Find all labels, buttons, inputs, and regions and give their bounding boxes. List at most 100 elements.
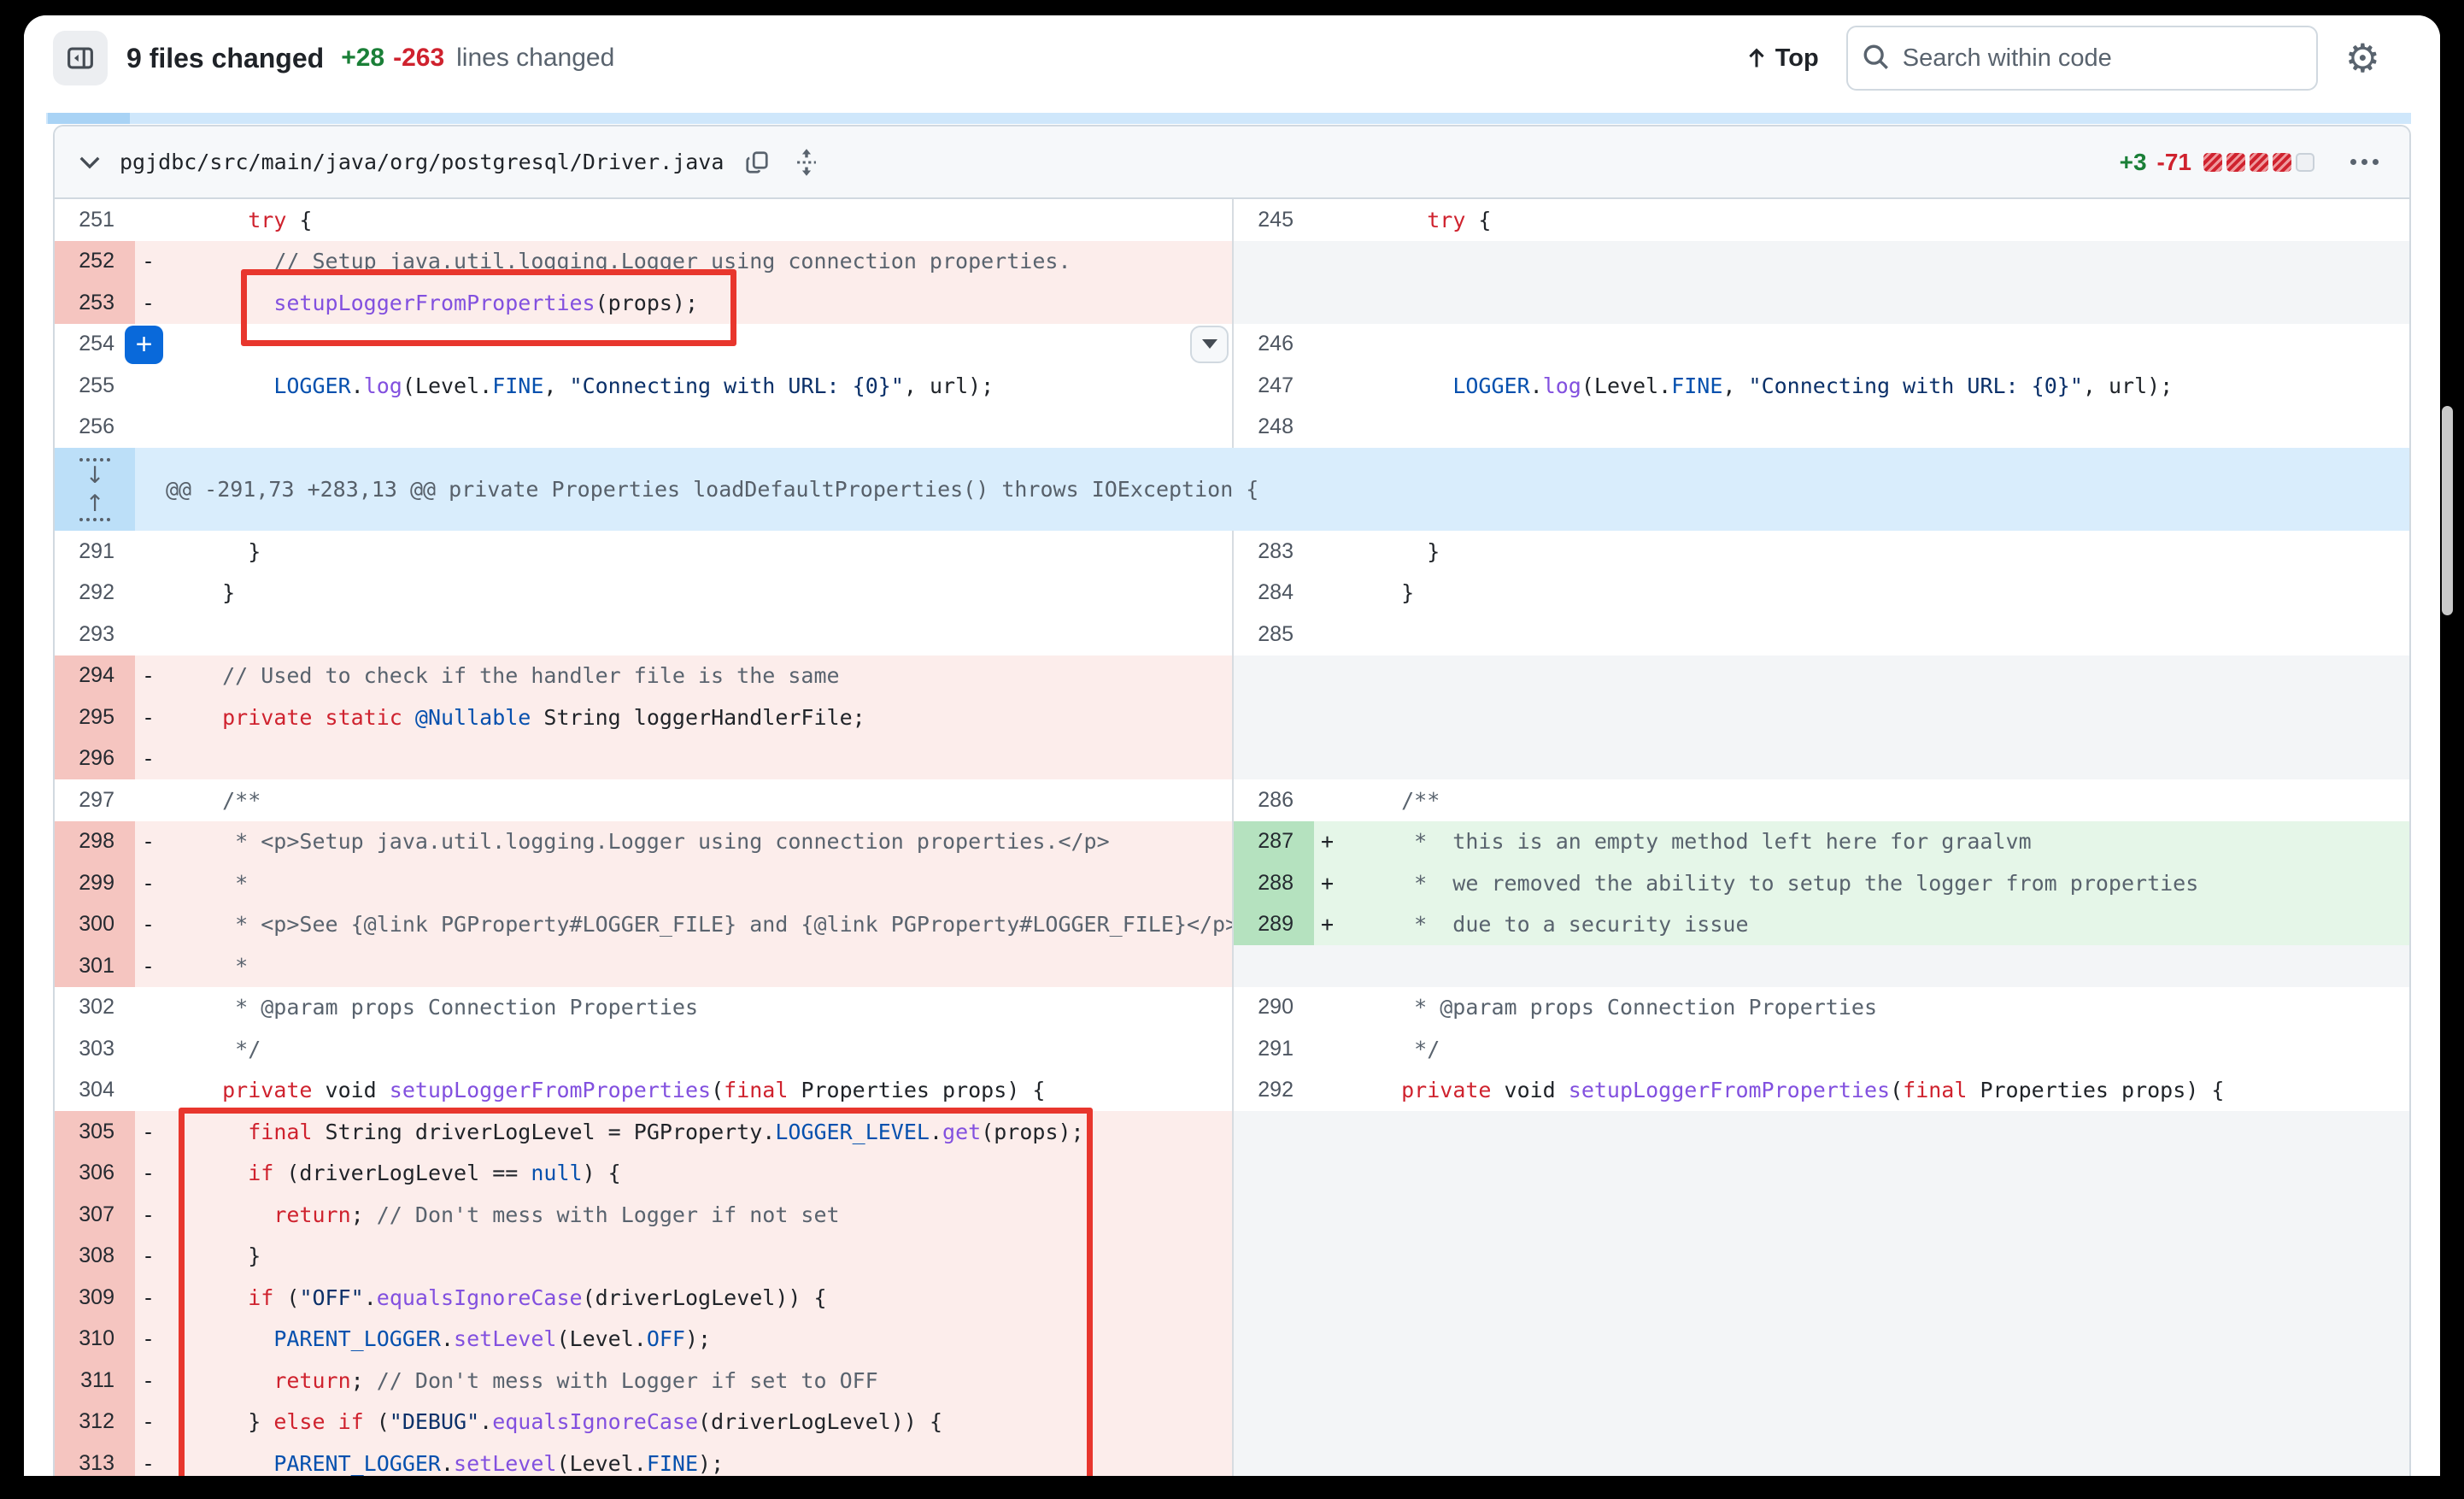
diff-filler <box>1234 945 2409 987</box>
line-number[interactable]: 302 <box>55 987 135 1029</box>
code-line: LOGGER.log(Level.FINE, "Connecting with … <box>197 373 1232 398</box>
diff-marker: - <box>135 1202 197 1227</box>
expand-all-hunks-icon[interactable] <box>790 144 823 180</box>
search-icon <box>1862 43 1891 72</box>
line-number[interactable]: 307 <box>55 1194 135 1236</box>
line-number[interactable]: 312 <box>55 1402 135 1443</box>
line-number[interactable]: 289 <box>1234 904 1314 946</box>
diff-row: 254+ <box>55 324 1232 366</box>
line-number[interactable]: 301 <box>55 945 135 987</box>
code-line: return; // Don't mess with Logger if not… <box>197 1202 1232 1227</box>
diff-row: 307- return; // Don't mess with Logger i… <box>55 1194 1232 1236</box>
split-diff-body: 251 try {252- // Setup java.util.logging… <box>55 199 2409 1476</box>
diff-row: 309- if ("OFF".equalsIgnoreCase(driverLo… <box>55 1277 1232 1319</box>
line-number[interactable]: 256 <box>55 407 135 449</box>
line-number[interactable]: 303 <box>55 1028 135 1070</box>
add-comment-button[interactable]: + <box>125 326 163 364</box>
code-line: } <box>197 580 1232 605</box>
code-line: /** <box>1376 788 2409 813</box>
expand-down-icon[interactable]: ↓ <box>74 454 115 489</box>
line-number[interactable]: 297 <box>55 779 135 821</box>
line-number[interactable]: 291 <box>55 531 135 573</box>
line-number[interactable]: 306 <box>55 1153 135 1195</box>
diff-row: 298- * <p>Setup java.util.logging.Logger… <box>55 821 1232 863</box>
line-number[interactable]: 245 <box>1234 199 1314 241</box>
back-to-top-label: Top <box>1775 44 1819 73</box>
line-number[interactable]: 310 <box>55 1319 135 1361</box>
diff-row: 303 */ <box>55 1028 1232 1070</box>
diff-row: 248 <box>1234 407 2409 449</box>
diff-row: 288+ * we removed the ability to setup t… <box>1234 862 2409 904</box>
line-number[interactable]: 295 <box>55 697 135 738</box>
diff-marker: - <box>135 1120 197 1144</box>
line-number[interactable]: 283 <box>1234 531 1314 573</box>
hunk-header-row: ↓ ↑ @@ -291,73 +283,13 @@ private Proper… <box>55 448 2409 531</box>
line-number[interactable]: 253 <box>55 282 135 324</box>
copy-path-icon[interactable] <box>741 146 773 179</box>
file-options-kebab-icon[interactable] <box>2344 152 2385 172</box>
code-line: /** <box>197 788 1232 813</box>
line-number[interactable]: 313 <box>55 1443 135 1476</box>
diff-marker: - <box>135 663 197 688</box>
search-box <box>1846 26 2318 91</box>
line-number[interactable]: 300 <box>55 904 135 946</box>
line-number[interactable]: 296 <box>55 738 135 780</box>
diff-marker: - <box>135 1161 197 1185</box>
code-line: * <p>Setup java.util.logging.Logger usin… <box>197 829 1232 854</box>
line-number[interactable]: 284 <box>1234 573 1314 614</box>
line-number[interactable]: 298 <box>55 821 135 863</box>
line-number[interactable]: 287 <box>1234 821 1314 863</box>
old-code-pane: 291 }292 }293294- // Used to check if th… <box>55 531 1232 1476</box>
line-number[interactable]: 305 <box>55 1111 135 1153</box>
diff-row: 302 * @param props Connection Properties <box>55 987 1232 1029</box>
line-number[interactable]: 288 <box>1234 862 1314 904</box>
diff-filler <box>1234 241 2409 324</box>
diff-row: 310- PARENT_LOGGER.setLevel(Level.OFF); <box>55 1319 1232 1361</box>
line-number[interactable]: 294 <box>55 655 135 697</box>
line-number[interactable]: 293 <box>55 614 135 655</box>
code-line: if (driverLogLevel == null) { <box>197 1161 1232 1185</box>
row-options-dropdown[interactable] <box>1190 326 1229 363</box>
file-path[interactable]: pgjdbc/src/main/java/org/postgresql/Driv… <box>120 150 724 174</box>
diff-row: 305- final String driverLogLevel = PGPro… <box>55 1111 1232 1153</box>
line-number[interactable]: 308 <box>55 1236 135 1278</box>
diff-marker: - <box>135 705 197 730</box>
line-number[interactable]: 254 <box>55 324 135 366</box>
file-tree-toggle-button[interactable] <box>53 31 108 85</box>
line-number[interactable]: 251 <box>55 199 135 241</box>
scroll-indicator-strip <box>46 113 2411 124</box>
code-line: */ <box>1376 1037 2409 1061</box>
line-number[interactable]: 248 <box>1234 407 1314 449</box>
code-line: * due to a security issue <box>1376 912 2409 937</box>
line-number[interactable]: 311 <box>55 1360 135 1402</box>
line-number[interactable]: 292 <box>1234 1070 1314 1112</box>
diff-row: 289+ * due to a security issue <box>1234 904 2409 946</box>
line-number[interactable]: 292 <box>55 573 135 614</box>
expand-up-icon[interactable]: ↑ <box>74 491 115 526</box>
back-to-top-button[interactable]: Top <box>1741 44 1824 73</box>
diff-row: 312- } else if ("DEBUG".equalsIgnoreCase… <box>55 1402 1232 1443</box>
code-line: if ("OFF".equalsIgnoreCase(driverLogLeve… <box>197 1285 1232 1310</box>
code-line: // Setup java.util.logging.Logger using … <box>197 249 1232 273</box>
diff-row: 285 <box>1234 614 2409 655</box>
diff-row: 284 } <box>1234 573 2409 614</box>
line-number[interactable]: 299 <box>55 862 135 904</box>
line-number[interactable]: 247 <box>1234 365 1314 407</box>
line-number[interactable]: 246 <box>1234 324 1314 366</box>
line-number[interactable]: 286 <box>1234 779 1314 821</box>
line-number[interactable]: 255 <box>55 365 135 407</box>
collapse-file-chevron-icon[interactable] <box>75 151 104 173</box>
diff-row: 311- return; // Don't mess with Logger i… <box>55 1360 1232 1402</box>
line-number[interactable]: 252 <box>55 241 135 283</box>
search-within-code-input[interactable] <box>1846 26 2318 91</box>
line-number[interactable]: 291 <box>1234 1028 1314 1070</box>
diff-settings-gear-icon[interactable]: ⚙ <box>2340 38 2385 79</box>
code-line: } else if ("DEBUG".equalsIgnoreCase(driv… <box>197 1409 1232 1434</box>
line-number[interactable]: 309 <box>55 1277 135 1319</box>
line-number[interactable]: 285 <box>1234 614 1314 655</box>
vertical-scrollbar-thumb[interactable] <box>2442 406 2453 615</box>
code-line: * @param props Connection Properties <box>197 995 1232 1020</box>
diff-marker: + <box>1314 912 1376 937</box>
line-number[interactable]: 304 <box>55 1070 135 1112</box>
line-number[interactable]: 290 <box>1234 987 1314 1029</box>
